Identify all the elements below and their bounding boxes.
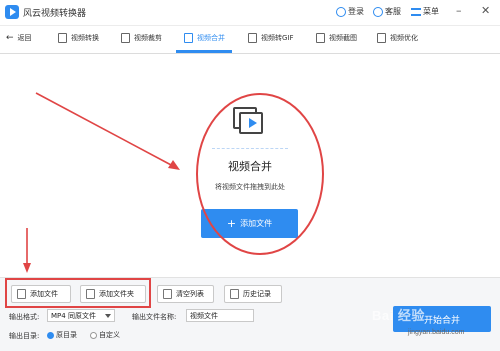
radio-unchecked-icon [90, 331, 97, 339]
arrow-to-dropzone [35, 92, 174, 167]
radio-checked-icon [47, 331, 54, 339]
output-name-label: 输出文件名称: [132, 313, 177, 321]
chevron-down-icon [105, 314, 111, 318]
clear-list-label: 清空列表 [176, 290, 204, 298]
output-dir-label: 输出目录: [9, 332, 40, 340]
history-label: 历史记录 [243, 290, 271, 298]
output-format-select[interactable]: MP4 同原文件 [47, 309, 115, 322]
annotation-ellipse [196, 93, 324, 255]
annotation-rectangle [5, 278, 151, 308]
history-button[interactable]: 历史记录 [224, 285, 282, 303]
output-dir-option-original[interactable]: 原目录 [47, 330, 77, 340]
watermark: Bai 经验 [372, 308, 425, 323]
trash-icon [163, 289, 172, 299]
output-format-label: 输出格式: [9, 313, 40, 321]
output-name-input[interactable]: 视频文件 [186, 309, 254, 322]
output-dir-original-label: 原目录 [56, 331, 77, 339]
arrowhead-add-buttons [23, 263, 31, 273]
output-format-value: MP4 同原文件 [51, 311, 96, 320]
output-dir-option-custom[interactable]: 自定义 [90, 330, 120, 340]
watermark-url: jingyan.baidu.com [408, 329, 465, 336]
start-merge-label: 开始合并 [423, 315, 460, 326]
output-name-value: 视频文件 [190, 311, 218, 320]
clear-list-button[interactable]: 清空列表 [157, 285, 214, 303]
output-dir-custom-label: 自定义 [99, 331, 120, 339]
history-icon [230, 289, 239, 299]
